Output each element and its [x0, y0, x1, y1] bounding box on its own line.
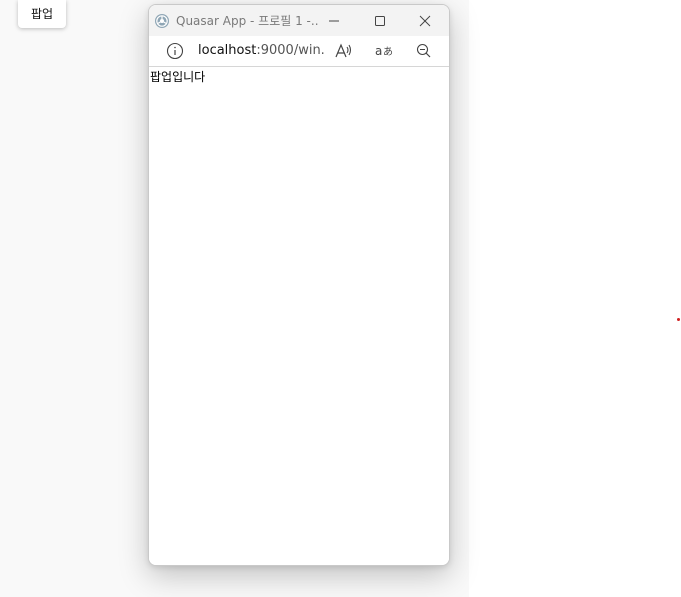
minimize-icon — [329, 20, 339, 21]
popup-content: 팝업입니다 — [149, 67, 449, 565]
close-icon — [419, 15, 431, 26]
url-host: localhost — [198, 43, 257, 58]
svg-text:a: a — [375, 44, 382, 58]
svg-text:あ: あ — [383, 46, 393, 58]
maximize-button[interactable] — [358, 5, 402, 36]
translate-button[interactable]: a あ — [373, 41, 395, 61]
maximize-icon — [375, 15, 385, 26]
minimize-button[interactable] — [312, 5, 356, 36]
popup-button[interactable]: 팝업 — [18, 0, 66, 28]
window-title: Quasar App - 프로필 1 -... — [176, 14, 318, 28]
zoom-out-icon — [416, 43, 431, 58]
popup-window: Quasar App - 프로필 1 -... localhost:9000/w… — [148, 4, 450, 566]
edge-browser-icon — [155, 13, 169, 28]
title-bar[interactable]: Quasar App - 프로필 1 -... — [149, 5, 449, 36]
url-display[interactable]: localhost:9000/win... — [198, 43, 326, 58]
popup-body-text: 팝업입니다 — [150, 70, 206, 84]
info-icon[interactable] — [166, 42, 184, 60]
address-bar: localhost:9000/win... a あ — [149, 36, 449, 67]
read-aloud-icon — [335, 43, 352, 58]
url-path: :9000/win... — [256, 43, 326, 58]
read-aloud-button[interactable] — [333, 41, 355, 61]
red-dot-marker — [677, 318, 680, 321]
zoom-out-button[interactable] — [413, 41, 435, 61]
close-button[interactable] — [403, 5, 447, 36]
translate-icon: a あ — [375, 44, 393, 58]
